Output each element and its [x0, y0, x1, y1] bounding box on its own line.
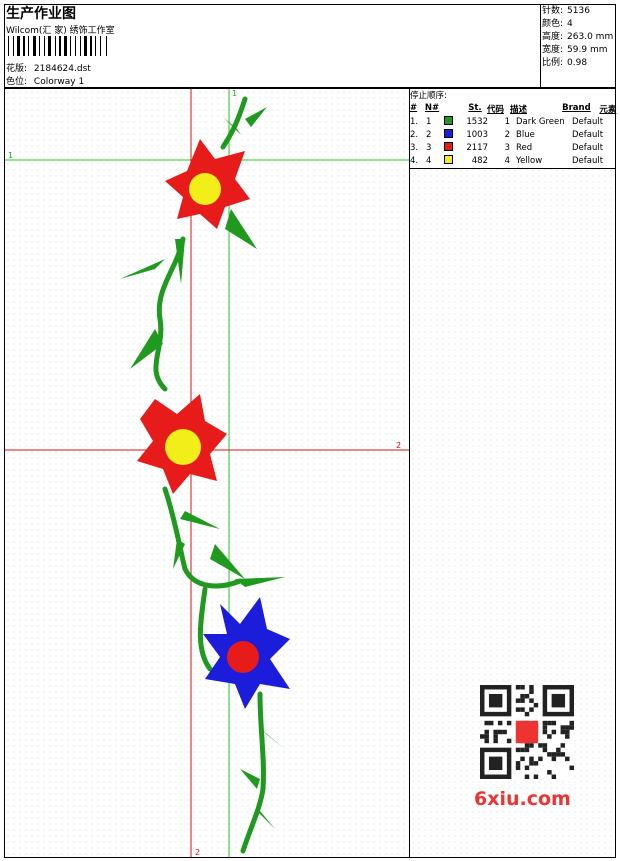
flower-middle	[137, 394, 227, 494]
guide-label-v2: 2	[195, 848, 200, 857]
barcode	[8, 36, 107, 56]
color-swatch	[444, 128, 453, 138]
company-name: Wilcom(汇 家) 绣饰工作室	[6, 26, 115, 36]
colorway-field: 色位: Colorway 1	[6, 74, 84, 87]
guide-label-h1: 1	[8, 151, 13, 160]
spec-width: 宽度: 59.9 mm	[542, 45, 608, 55]
table-row: 2. 2 1003 2 Blue Default	[410, 128, 604, 140]
qr-code	[480, 685, 574, 779]
color-swatch	[444, 141, 453, 151]
embroidery-design: 1 1 2 2	[5, 89, 409, 857]
color-swatch	[444, 154, 453, 164]
colorway-label: 色位:	[6, 77, 28, 87]
guide-label-v1: 1	[232, 89, 237, 98]
specs-list: 针数: 5136 颜色: 4 高度: 263.0 mm 宽度: 59.9 mm 比例: 0…	[542, 5, 613, 70]
stop-sequence-table: 停止顺序: # N# St. 代码 描述 Brand 元素 1. 1 1532 1 …	[410, 88, 618, 167]
color-swatch	[444, 115, 453, 125]
spec-stitches: 针数: 5136	[542, 6, 590, 16]
stop-sequence-title: 停止顺序:	[410, 91, 447, 101]
spec-scale: 比例: 0.98	[542, 58, 588, 68]
table-row: 4. 4 482 4 Yellow Default	[410, 154, 604, 166]
colorway-value: Colorway 1	[33, 77, 85, 87]
watermark: 6xiu.com	[474, 788, 571, 810]
flower-bottom	[203, 597, 290, 709]
table-row: 1. 1 1532 1 Dark Green Default	[410, 115, 604, 127]
page-title: 生产作业图	[6, 6, 76, 22]
table-row: 3. 3 2117 3 Red Default	[410, 141, 604, 153]
table-header: # N# St. 代码 描述 Brand 元素	[410, 103, 617, 115]
spec-height: 高度: 263.0 mm	[542, 32, 614, 42]
spec-colors: 颜色: 4	[542, 19, 573, 29]
design-field: 花版: 2184624.dst	[6, 61, 91, 74]
design-value: 2184624.dst	[33, 64, 91, 74]
guide-label-h2: 2	[396, 441, 401, 450]
design-label: 花版:	[6, 64, 28, 74]
flower-top	[165, 139, 250, 229]
